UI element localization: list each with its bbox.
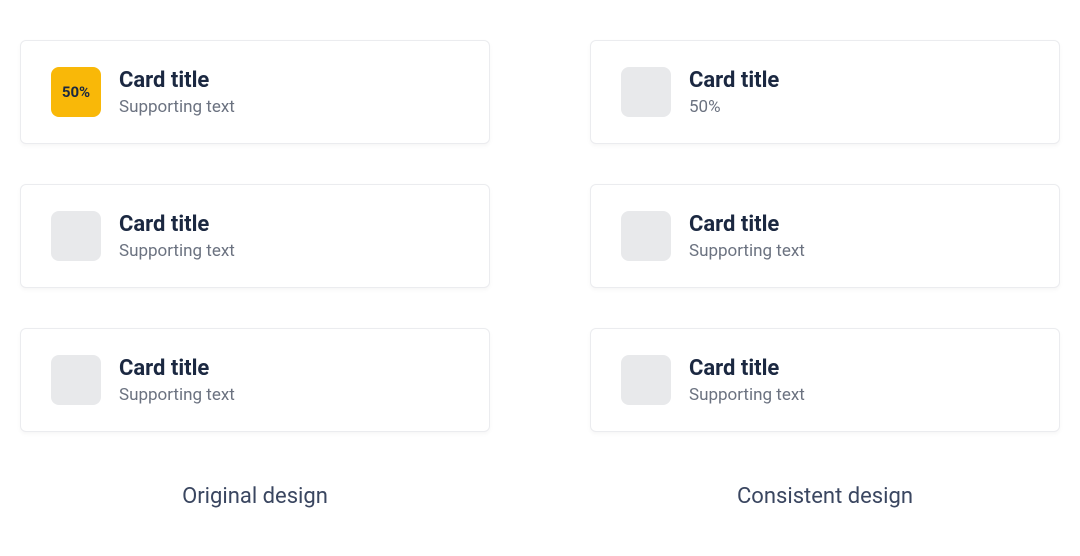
card-title: Card title: [689, 68, 779, 93]
card-title: Card title: [119, 212, 235, 237]
card-subtitle: Supporting text: [689, 241, 805, 261]
card: 50% Card title Supporting text: [20, 40, 490, 144]
card-text: Card title Supporting text: [119, 212, 235, 261]
card: Card title Supporting text: [590, 328, 1060, 432]
badge-icon: [621, 355, 671, 405]
card-text: Card title Supporting text: [689, 212, 805, 261]
badge-icon: [51, 355, 101, 405]
badge-icon: [51, 211, 101, 261]
card-title: Card title: [119, 68, 235, 93]
card: Card title Supporting text: [20, 184, 490, 288]
right-column: Card title 50% Card title Supporting tex…: [590, 40, 1060, 509]
card-text: Card title 50%: [689, 68, 779, 117]
card-subtitle: Supporting text: [119, 97, 235, 117]
card-subtitle: Supporting text: [119, 241, 235, 261]
card-title: Card title: [119, 356, 235, 381]
badge-icon: [621, 211, 671, 261]
card-text: Card title Supporting text: [119, 356, 235, 405]
card-title: Card title: [689, 356, 805, 381]
card-subtitle: Supporting text: [119, 385, 235, 405]
card: Card title 50%: [590, 40, 1060, 144]
badge-icon: 50%: [51, 67, 101, 117]
card-subtitle: Supporting text: [689, 385, 805, 405]
right-caption: Consistent design: [590, 484, 1060, 509]
badge-icon: [621, 67, 671, 117]
card-text: Card title Supporting text: [689, 356, 805, 405]
card-subtitle: 50%: [689, 97, 779, 117]
card-title: Card title: [689, 212, 805, 237]
comparison-container: 50% Card title Supporting text Card titl…: [20, 40, 1060, 509]
left-column: 50% Card title Supporting text Card titl…: [20, 40, 490, 509]
card: Card title Supporting text: [590, 184, 1060, 288]
card: Card title Supporting text: [20, 328, 490, 432]
card-text: Card title Supporting text: [119, 68, 235, 117]
left-caption: Original design: [20, 484, 490, 509]
